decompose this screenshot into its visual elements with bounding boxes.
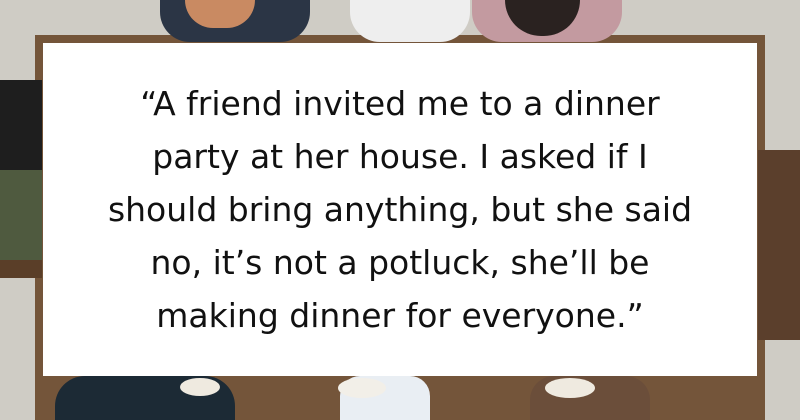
diner-right [758, 150, 800, 340]
quote-line: making dinner for everyone.” [156, 296, 644, 335]
chair-left [0, 260, 42, 278]
quote-line: should bring anything, but she said [107, 190, 693, 229]
quote-line: party at her house. I asked if I [152, 137, 648, 176]
plate-bottom-center [338, 378, 386, 398]
quote-line: “A friend invited me to a dinner [140, 84, 660, 123]
plate-bottom-right [545, 378, 595, 398]
quote-card: “A friend invited me to a dinner party a… [43, 43, 757, 376]
diner-top-center [350, 0, 470, 42]
plate-bottom-left [180, 378, 220, 396]
quote-text: “A friend invited me to a dinner party a… [108, 77, 692, 342]
quote-line: no, it’s not a potluck, she’ll be [150, 243, 650, 282]
diner-left-middle [0, 170, 42, 270]
